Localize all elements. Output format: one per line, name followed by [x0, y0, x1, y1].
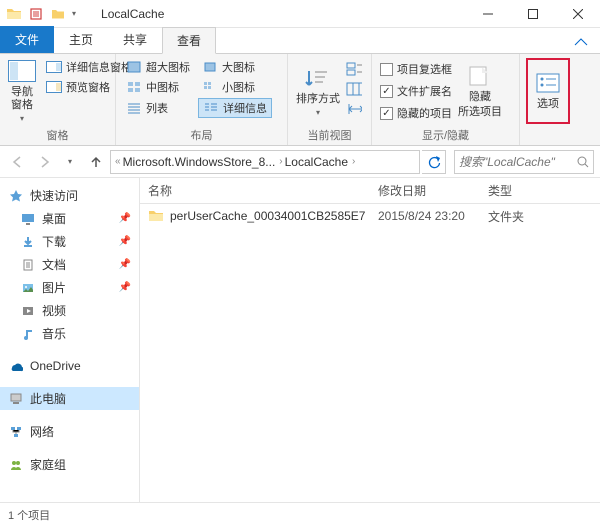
bc-root-chev[interactable]: « — [115, 156, 121, 167]
pin-icon: 📌 — [119, 282, 131, 293]
music-icon — [20, 326, 36, 342]
checkbox-icon: ✓ — [380, 107, 393, 120]
tab-view[interactable]: 查看 — [162, 27, 216, 54]
videos-icon — [20, 303, 36, 319]
sidebar-pictures[interactable]: 图片📌 — [0, 276, 139, 299]
group-by-icon[interactable] — [346, 62, 362, 76]
pin-icon: 📌 — [119, 213, 131, 224]
preview-pane-icon — [46, 80, 62, 94]
column-header-type[interactable]: 类型 — [480, 182, 600, 199]
close-button[interactable] — [555, 0, 600, 28]
sidebar-network[interactable]: 网络 — [0, 420, 139, 443]
tab-file[interactable]: 文件 — [0, 26, 54, 53]
tab-share[interactable]: 共享 — [108, 26, 162, 53]
documents-icon — [20, 257, 36, 273]
details-icon — [203, 101, 219, 115]
item-checkboxes-toggle[interactable]: 项目复选框 — [378, 60, 454, 78]
homegroup-icon — [8, 457, 24, 473]
group-label-currentview: 当前视图 — [294, 125, 365, 143]
add-columns-icon[interactable] — [346, 82, 362, 96]
sort-by-button[interactable]: 排序方式 ▾ — [294, 58, 342, 124]
qat-dropdown-icon[interactable]: ▾ — [72, 9, 76, 18]
status-item-count: 1 个项目 — [8, 507, 50, 523]
options-button[interactable]: 选项 — [526, 58, 570, 124]
size-columns-icon[interactable] — [346, 102, 362, 116]
small-icon-view — [202, 80, 218, 94]
layout-list[interactable]: 列表 — [122, 98, 194, 118]
layout-details[interactable]: 详细信息 — [198, 98, 272, 118]
group-label-showhide: 显示/隐藏 — [378, 125, 513, 143]
nav-up-button[interactable] — [84, 150, 108, 174]
sidebar-documents[interactable]: 文档📌 — [0, 253, 139, 276]
maximize-button[interactable] — [510, 0, 555, 28]
search-icon — [576, 155, 589, 169]
refresh-button[interactable] — [422, 150, 446, 174]
window-title: LocalCache — [95, 7, 465, 21]
breadcrumb[interactable]: « Microsoft.WindowsStore_8...› LocalCach… — [110, 150, 420, 174]
group-label-layout: 布局 — [122, 125, 281, 143]
this-pc-icon — [8, 391, 24, 407]
hide-icon — [464, 63, 496, 89]
checkbox-icon — [380, 63, 393, 76]
sidebar-onedrive[interactable]: OneDrive — [0, 355, 139, 377]
sidebar-music[interactable]: 音乐 — [0, 322, 139, 345]
breadcrumb-seg-2[interactable]: LocalCache› — [285, 155, 356, 169]
hidden-items-toggle[interactable]: ✓隐藏的项目 — [378, 104, 454, 122]
layout-small[interactable]: 小图标 — [198, 78, 272, 96]
chevron-down-icon: ▾ — [316, 108, 320, 118]
search-box[interactable] — [454, 150, 594, 174]
folder-icon — [148, 208, 164, 224]
onedrive-icon — [8, 358, 24, 374]
tab-home[interactable]: 主页 — [54, 26, 108, 53]
details-pane-icon — [46, 60, 62, 74]
sidebar-desktop[interactable]: 桌面📌 — [0, 207, 139, 230]
nav-back-button[interactable] — [6, 150, 30, 174]
large-icon — [202, 60, 218, 74]
network-icon — [8, 424, 24, 440]
table-row[interactable]: perUserCache_00034001CB2585E7 2015/8/24 … — [140, 204, 600, 228]
sidebar-homegroup[interactable]: 家庭组 — [0, 453, 139, 476]
navigation-sidebar: 快速访问 桌面📌 下载📌 文档📌 图片📌 视频 音乐 OneDrive 此电脑 … — [0, 178, 140, 502]
sort-icon — [302, 65, 334, 91]
downloads-icon — [20, 234, 36, 250]
extra-large-icon — [126, 60, 142, 74]
nav-history-dropdown[interactable]: ▾ — [58, 150, 82, 174]
pin-icon: 📌 — [119, 259, 131, 270]
file-date: 2015/8/24 23:20 — [370, 209, 480, 223]
file-ext-toggle[interactable]: ✓文件扩展名 — [378, 82, 454, 100]
file-name: perUserCache_00034001CB2585E7 — [170, 209, 365, 223]
folder-icon — [6, 6, 22, 22]
group-label-panes: 窗格 — [6, 125, 109, 143]
navigation-pane-button[interactable]: 导航窗格 ▾ — [6, 58, 38, 124]
file-type: 文件夹 — [480, 208, 600, 225]
hide-selected-button[interactable]: 隐藏 所选项目 — [458, 58, 502, 124]
options-icon — [532, 70, 564, 96]
minimize-button[interactable] — [465, 0, 510, 28]
search-input[interactable] — [459, 155, 576, 169]
layout-extra-large[interactable]: 超大图标 — [122, 58, 194, 76]
qat-properties-icon[interactable] — [28, 6, 44, 22]
pin-icon: 📌 — [119, 236, 131, 247]
list-icon — [126, 101, 142, 115]
checkbox-icon: ✓ — [380, 85, 393, 98]
quick-access-icon — [8, 188, 24, 204]
sidebar-downloads[interactable]: 下载📌 — [0, 230, 139, 253]
ribbon-help-icon[interactable] — [562, 36, 600, 53]
sidebar-this-pc[interactable]: 此电脑 — [0, 387, 139, 410]
layout-large[interactable]: 大图标 — [198, 58, 272, 76]
navigation-pane-icon — [6, 58, 38, 84]
breadcrumb-seg-1[interactable]: Microsoft.WindowsStore_8...› — [123, 155, 283, 169]
chevron-down-icon: ▾ — [20, 114, 24, 124]
sidebar-videos[interactable]: 视频 — [0, 299, 139, 322]
column-header-name[interactable]: 名称 — [140, 182, 370, 199]
medium-icon — [126, 80, 142, 94]
layout-medium[interactable]: 中图标 — [122, 78, 194, 96]
desktop-icon — [20, 211, 36, 227]
nav-forward-button[interactable] — [32, 150, 56, 174]
column-header-date[interactable]: 修改日期 — [370, 182, 480, 199]
qat-newfolder-icon[interactable] — [50, 6, 66, 22]
sidebar-quick-access[interactable]: 快速访问 — [0, 184, 139, 207]
pictures-icon — [20, 280, 36, 296]
